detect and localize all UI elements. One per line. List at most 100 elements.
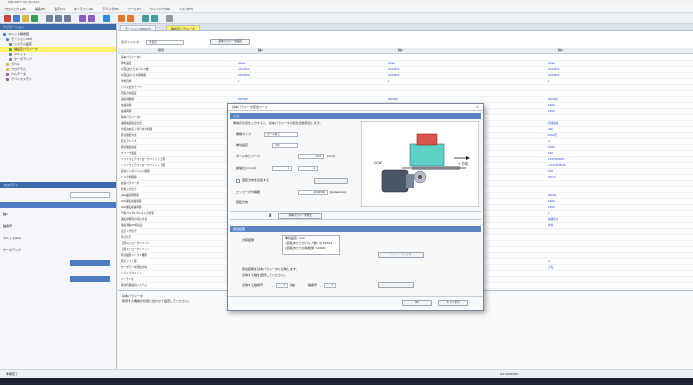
property-button[interactable] [70,260,110,266]
row-value[interactable]: 1000 [548,103,688,108]
filter-label: 表示フィルタ [121,40,139,44]
ratio-input-1[interactable]: 1 [272,166,292,171]
row-value[interactable]: 1 [388,79,543,84]
dialog-footer: OK キャンセル [228,296,483,310]
row-value[interactable]: 0 [548,259,688,264]
row-value[interactable]: pulse [548,61,688,66]
row-item-name: ソフトウェアストロークリミット上限 [121,158,166,161]
row-item-name: 単位設定 [121,62,132,65]
grid-header: 項目 軸1 軸2 軸3 [118,48,693,54]
menu-item[interactable]: デバッグ(B) [102,5,118,12]
mechanism-dropdown[interactable]: ボールねじ [264,132,298,137]
property-button[interactable] [70,276,110,282]
row-value[interactable]: 4194304 [548,67,688,72]
unit-dropdown[interactable]: mm [272,143,298,148]
apply-axis-unit: [軸] [290,283,296,287]
row-value[interactable]: 合成速度 [548,121,688,126]
apply-axis-input[interactable]: 1 [276,283,288,288]
paste-icon[interactable] [64,15,71,22]
ok-button[interactable]: OK [402,300,432,306]
monitor-icon[interactable] [142,15,149,22]
direction-label: 回転方向 [236,200,249,204]
row-value[interactable]: 1000 [548,199,688,204]
row-value[interactable]: 2147483647 [548,157,688,162]
detail-settings-button[interactable] [314,178,348,184]
row-item-name: 減速時間 [121,110,132,113]
property-dropdown[interactable] [70,192,110,198]
row-value[interactable]: 20000 [548,193,688,198]
apply-button[interactable]: パラメータに反映 [378,252,424,258]
result-note-2: 反映する軸を選択してください。 [242,273,287,277]
settings-icon[interactable] [166,15,173,22]
tree-item[interactable]: デバイスメモリ [0,77,116,82]
row-item-name: JOG運転加速時間 [121,200,142,203]
menu-item[interactable]: プロジェクト(P) [4,5,26,12]
filter-dropdown[interactable]: 全表示 [146,40,184,45]
row-value[interactable]: 無効 [548,223,688,228]
read-from-plc-icon[interactable] [127,15,134,22]
redo-icon[interactable] [88,15,95,22]
parameter-calc-dialog: 基本パラメータ算出ツール ✕ 入力 機械の仕様を入力すると、基本パラメータの値を… [227,103,484,311]
row-value[interactable]: 4194304 [238,73,383,78]
row-item-name: 停止信号 [121,236,132,239]
ratio-input-2[interactable]: 1 [298,166,318,171]
menu-item[interactable]: 表示(V) [54,5,64,12]
open-folder-icon[interactable] [22,15,29,22]
row-value[interactable]: 100 [548,169,688,174]
reverse-checkbox[interactable] [236,179,240,183]
row-value[interactable]: 0 [548,139,688,144]
folder-icon [3,32,6,36]
menu-item[interactable]: ツール(T) [128,5,141,12]
row-value[interactable]: pulse [388,61,543,66]
verify-icon[interactable] [151,15,158,22]
menu-item[interactable]: ヘルプ(H) [179,5,193,12]
row-value[interactable]: 100 [548,151,688,156]
row-value[interactable]: 1 [238,79,383,84]
apply-axis-button[interactable] [378,282,414,288]
menu-item[interactable]: ウィンドウ(W) [150,5,170,12]
menu-item[interactable]: オンライン(O) [74,5,94,12]
row-value[interactable]: -2147483648 [548,163,688,168]
axis-number-input[interactable]: 1 [324,283,336,288]
column-header: 項目 [158,48,165,52]
row-value[interactable]: 300.0 [548,175,688,180]
write-to-plc-icon[interactable] [118,15,125,22]
row-value[interactable]: DOG型 [548,133,688,138]
axis-number-label: 軸番号 [308,283,318,287]
row-value[interactable]: 200000 [548,97,688,102]
row-value[interactable]: 200000 [388,97,543,102]
cut-icon[interactable] [46,15,53,22]
search-icon[interactable] [103,15,110,22]
copy-icon[interactable] [55,15,62,22]
row-value[interactable]: 減速停止 [548,217,688,222]
row-value[interactable]: 1 [548,79,688,84]
dialog-title: 基本パラメータ算出ツール [228,104,483,111]
close-icon[interactable]: ✕ [475,105,480,110]
save-icon[interactable] [31,15,38,22]
row-value[interactable]: 1000 [548,205,688,210]
lead-label: ボールねじリード [236,154,261,158]
calculate-button[interactable]: 基本パラメータ算出 [278,213,322,219]
row-value[interactable]: 4194304 [238,67,383,72]
encoder-input[interactable]: 4194304 [298,190,328,195]
property-selected-row[interactable] [0,202,116,208]
row-value[interactable]: pulse [238,61,383,66]
new-project-icon[interactable] [13,15,20,22]
row-value[interactable]: 4194304 [548,73,688,78]
lead-input[interactable]: 10.0 [298,154,324,159]
basic-param-button[interactable]: 基本パラメータ確認 [210,39,250,45]
close-project-icon[interactable] [4,15,11,22]
menu-item[interactable]: 編集(E) [35,5,45,12]
cancel-button[interactable]: キャンセル [438,300,468,306]
row-value[interactable]: 300 [548,127,688,132]
row-value[interactable]: 1 [548,211,688,216]
row-value[interactable]: 正転 [548,265,688,270]
row-value[interactable]: 4194304 [388,73,543,78]
row-value[interactable]: 1000 [548,109,688,114]
row-value[interactable]: 200000 [238,97,383,102]
servo-icon [9,57,12,61]
apply-axis-label: 反映する軸番号 [242,283,264,287]
undo-icon[interactable] [79,15,86,22]
row-value[interactable]: 1000 [548,145,688,150]
row-value[interactable]: 4194304 [388,67,543,72]
